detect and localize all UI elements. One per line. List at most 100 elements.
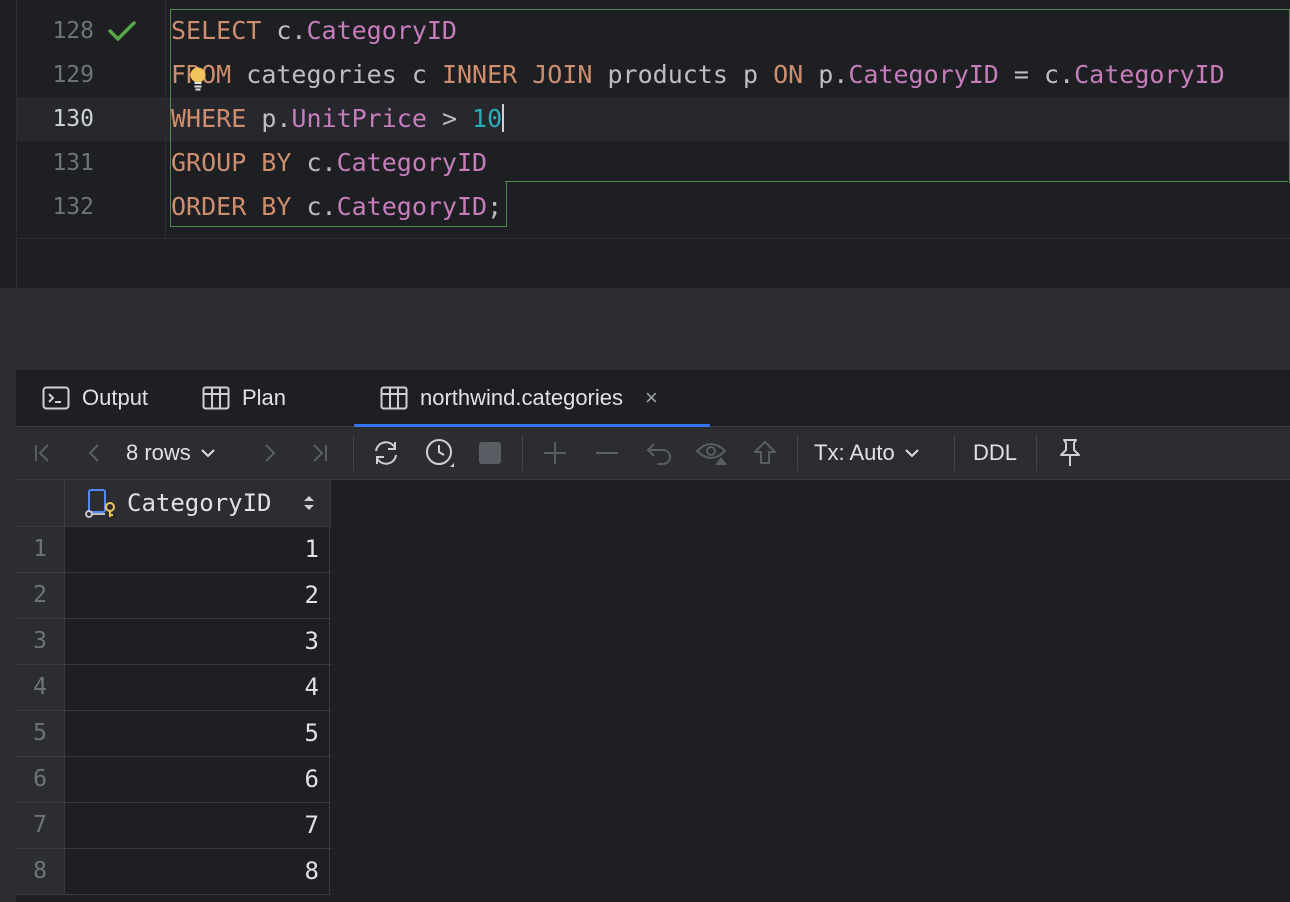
row-number-header[interactable]	[16, 480, 65, 526]
last-page-icon[interactable]	[302, 427, 336, 479]
sql-keyword: INNER JOIN	[441, 60, 593, 89]
chevron-down-icon	[201, 449, 215, 458]
gutter-row: 132	[17, 185, 165, 229]
column-header-categoryid[interactable]: CategoryID	[65, 480, 331, 526]
rows-count-label: 8 rows	[126, 440, 191, 465]
ddl-label: DDL	[972, 440, 1017, 465]
tab-plan[interactable]: Plan	[202, 370, 286, 426]
sql-editor[interactable]: 128 129 130 131 132 SELECT c.CategoryID …	[0, 0, 1290, 288]
line-number: 128	[52, 18, 94, 44]
line-number: 131	[52, 150, 94, 176]
stop-icon[interactable]	[472, 427, 508, 479]
text-caret	[502, 104, 505, 132]
sql-text: products p	[592, 60, 774, 89]
code-line[interactable]: WHERE p.UnitPrice > 10	[171, 97, 505, 141]
tab-label: Output	[82, 385, 149, 410]
sql-column: UnitPrice	[291, 104, 427, 133]
transaction-mode-dropdown[interactable]: Tx: Auto	[814, 427, 938, 479]
sql-text: ;	[487, 192, 503, 221]
next-page-icon[interactable]	[252, 427, 286, 479]
chevron-down-icon	[905, 449, 919, 458]
intention-bulb-icon[interactable]	[189, 67, 207, 91]
tab-output[interactable]: Output	[42, 370, 148, 426]
row-number: 4	[16, 665, 65, 710]
sql-keyword: WHERE	[171, 104, 247, 133]
gutter-row: 128	[17, 9, 165, 53]
sql-text: >	[426, 104, 473, 133]
page-size-dropdown[interactable]: 8 rows	[126, 427, 238, 479]
pin-tab-icon[interactable]	[1052, 427, 1088, 479]
code-line[interactable]: ORDER BY c.CategoryID;	[171, 185, 502, 229]
history-clock-icon[interactable]	[420, 427, 460, 479]
sql-text: = c.	[998, 60, 1075, 89]
code-line[interactable]: FROM categories c INNER JOIN products p …	[171, 53, 1225, 97]
table-row[interactable]: 8 8	[16, 849, 331, 895]
sql-number: 10	[472, 104, 503, 133]
row-number: 1	[16, 527, 65, 572]
row-number: 3	[16, 619, 65, 664]
refresh-icon[interactable]	[366, 427, 406, 479]
cell-categoryid[interactable]: 2	[65, 573, 330, 618]
statement-outline	[505, 181, 1288, 182]
revert-icon[interactable]	[640, 427, 678, 479]
tab-label: northwind.categories	[420, 385, 624, 410]
cell-categoryid[interactable]: 8	[65, 849, 330, 894]
add-row-icon[interactable]	[536, 427, 574, 479]
close-icon[interactable]: ×	[645, 385, 658, 411]
sql-text: c.	[291, 148, 337, 177]
transaction-mode-label: Tx: Auto	[814, 440, 895, 465]
toolbar-separator	[797, 435, 798, 471]
grid-header-row: CategoryID	[16, 480, 331, 527]
line-number: 132	[52, 194, 94, 220]
sql-column: CategoryID	[306, 16, 457, 45]
cell-categoryid[interactable]: 1	[65, 527, 330, 572]
row-number: 5	[16, 711, 65, 756]
tab-northwind-categories[interactable]: northwind.categories ×	[354, 370, 710, 427]
toolbar-separator	[1036, 435, 1037, 471]
sql-text: p.	[246, 104, 292, 133]
results-toolbar: 8 rows Tx: Auto DDL	[16, 427, 1290, 480]
line-number: 129	[52, 62, 94, 88]
sort-icon[interactable]	[302, 493, 316, 513]
results-tab-bar: Output Plan northwind.categories ×	[16, 370, 1290, 427]
table-row[interactable]: 1 1	[16, 527, 331, 573]
row-number: 6	[16, 757, 65, 802]
sql-column: CategoryID	[336, 192, 488, 221]
previous-page-icon[interactable]	[78, 427, 112, 479]
row-number: 8	[16, 849, 65, 894]
cell-categoryid[interactable]: 6	[65, 757, 330, 802]
row-number: 7	[16, 803, 65, 848]
gutter-row: 129	[17, 53, 165, 97]
toolbar-separator	[522, 435, 523, 471]
ddl-button[interactable]: DDL	[966, 427, 1024, 479]
preview-changes-icon[interactable]	[692, 427, 732, 479]
table-row[interactable]: 3 3	[16, 619, 331, 665]
sql-column: CategoryID	[848, 60, 999, 89]
code-line[interactable]: GROUP BY c.CategoryID	[171, 141, 487, 185]
table-row[interactable]: 4 4	[16, 665, 331, 711]
cell-categoryid[interactable]: 4	[65, 665, 330, 710]
submit-icon[interactable]	[746, 427, 784, 479]
delete-row-icon[interactable]	[588, 427, 626, 479]
panel-splitter[interactable]	[0, 288, 1290, 371]
table-row[interactable]: 5 5	[16, 711, 331, 757]
first-page-icon[interactable]	[26, 427, 60, 479]
sql-text: categories c	[231, 60, 442, 89]
sql-text: p.	[803, 60, 849, 89]
sql-column: CategoryID	[1074, 60, 1225, 89]
line-number-gutter: 128 129 130 131 132	[17, 0, 166, 238]
cell-categoryid[interactable]: 3	[65, 619, 330, 664]
editor-left-strip	[0, 0, 17, 288]
cell-categoryid[interactable]: 7	[65, 803, 330, 848]
code-line[interactable]: SELECT c.CategoryID	[171, 9, 457, 53]
console-icon	[42, 386, 70, 410]
table-icon	[202, 386, 230, 410]
cell-categoryid[interactable]: 5	[65, 711, 330, 756]
tab-label: Plan	[242, 385, 287, 410]
toolbar-separator	[353, 435, 354, 471]
check-icon	[108, 21, 136, 41]
primary-key-column-icon	[85, 489, 115, 518]
table-row[interactable]: 2 2	[16, 573, 331, 619]
table-row[interactable]: 7 7	[16, 803, 331, 849]
table-row[interactable]: 6 6	[16, 757, 331, 803]
